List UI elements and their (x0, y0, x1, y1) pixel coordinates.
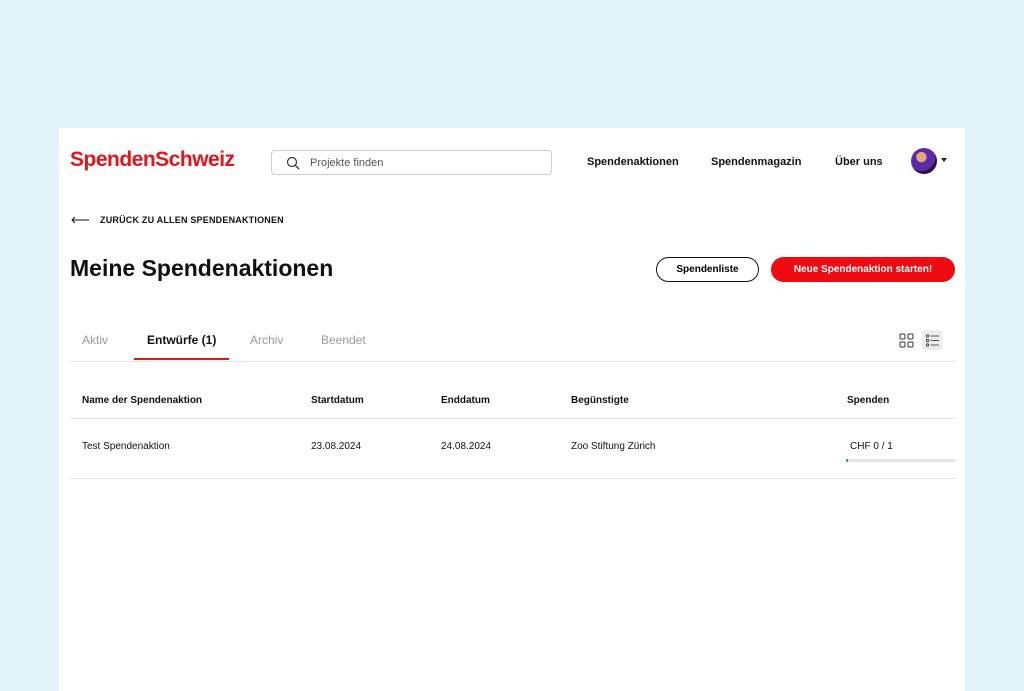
table-row[interactable]: Test Spendenaktion 23.08.2024 24.08.2024… (70, 419, 956, 479)
avatar[interactable] (911, 148, 937, 174)
table-header: Name der Spendenaktion Startdatum Enddat… (70, 381, 956, 419)
column-header-donations: Spenden (847, 395, 890, 406)
donation-list-button[interactable]: Spendenliste (656, 257, 759, 282)
beneficiary: Zoo Stiftung Zürich (571, 441, 656, 452)
list-view-icon[interactable] (922, 330, 942, 350)
tab-beendet[interactable]: Beendet (321, 333, 366, 347)
end-date: 24.08.2024 (441, 441, 492, 452)
tab-archiv[interactable]: Archiv (250, 333, 283, 347)
start-date: 23.08.2024 (311, 441, 362, 452)
back-link[interactable]: ZURÜCK ZU ALLEN SPENDENAKTIONEN (70, 215, 284, 225)
column-header-beneficiary: Begünstigte (571, 395, 629, 406)
nav-spendenmagazin[interactable]: Spendenmagazin (711, 156, 801, 168)
active-tab-indicator (134, 358, 229, 360)
logo[interactable]: SpendenSchweiz (70, 148, 235, 172)
page-title: Meine Spendenaktionen (70, 255, 334, 281)
nav-spendenaktionen[interactable]: Spendenaktionen (587, 156, 679, 168)
tab-entwuerfe[interactable]: Entwürfe (1) (147, 333, 216, 347)
campaign-table: Name der Spendenaktion Startdatum Enddat… (70, 381, 956, 479)
grid-view-icon[interactable] (896, 330, 916, 350)
column-header-end: Enddatum (441, 395, 490, 406)
tab-bar: Aktiv Entwürfe (1) Archiv Beendet (70, 326, 955, 362)
donation-amount: CHF 0 / 1 (850, 441, 893, 452)
nav-ueber-uns[interactable]: Über uns (835, 156, 883, 168)
column-header-start: Startdatum (311, 395, 364, 406)
donation-progress-fill (846, 459, 849, 462)
campaign-name[interactable]: Test Spendenaktion (82, 441, 170, 452)
search-box[interactable] (271, 150, 552, 175)
main-card: SpendenSchweiz Spendenaktionen Spendenma… (59, 128, 965, 691)
search-icon (286, 156, 300, 170)
chevron-down-icon[interactable] (941, 158, 947, 162)
column-header-name: Name der Spendenaktion (82, 395, 203, 406)
tab-aktiv[interactable]: Aktiv (82, 333, 108, 347)
back-link-label: ZURÜCK ZU ALLEN SPENDENAKTIONEN (100, 215, 284, 225)
arrow-left-icon (70, 215, 90, 225)
search-input[interactable] (308, 155, 532, 170)
donation-progress-bar (846, 459, 956, 462)
new-campaign-button[interactable]: Neue Spendenaktion starten! (771, 257, 955, 282)
